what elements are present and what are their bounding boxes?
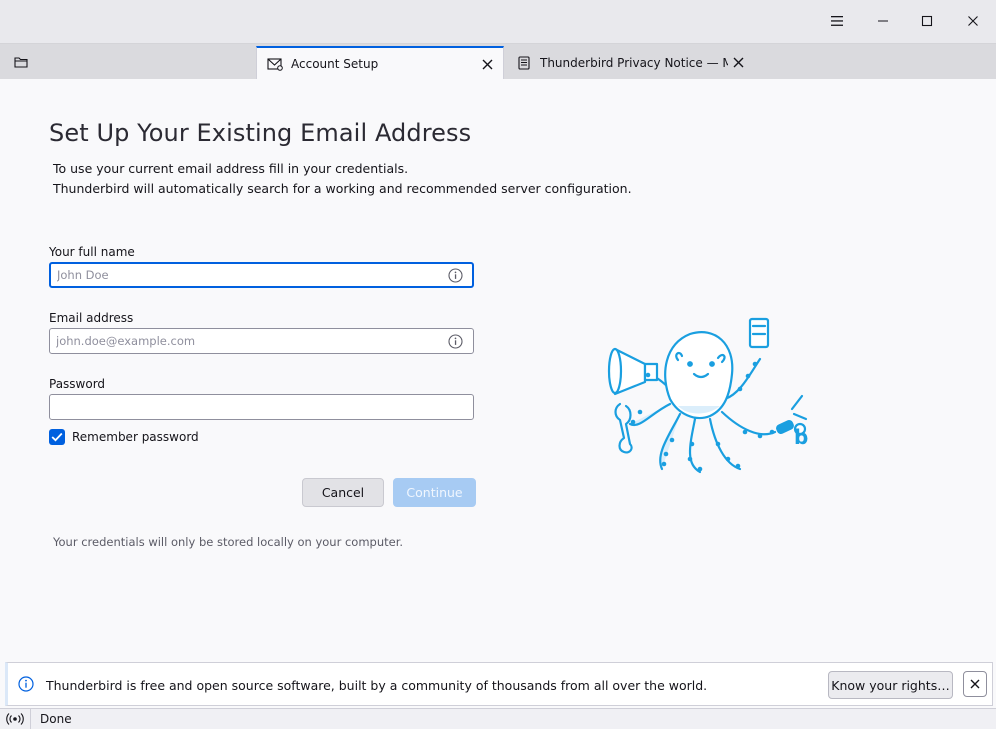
- title-bar: [0, 0, 996, 44]
- notification-bar: Thunderbird is free and open source soft…: [5, 662, 993, 706]
- tab-label: Thunderbird Privacy Notice — Mozi: [540, 55, 728, 70]
- intro-line: To use your current email address fill i…: [53, 161, 409, 176]
- cancel-button[interactable]: Cancel: [302, 478, 384, 507]
- envelope-gear-icon: [267, 56, 283, 72]
- info-icon[interactable]: [447, 333, 463, 349]
- close-tab-icon[interactable]: [479, 56, 495, 72]
- status-divider: [30, 709, 31, 729]
- page-title: Set Up Your Existing Email Address: [49, 119, 472, 147]
- close-notification-icon[interactable]: [963, 671, 987, 697]
- info-icon[interactable]: [447, 267, 463, 283]
- octopus-illustration: b: [607, 317, 808, 474]
- account-setup-page: Set Up Your Existing Email Address To us…: [0, 79, 996, 662]
- privacy-footnote: Your credentials will only be stored loc…: [53, 535, 404, 549]
- document-icon: [516, 55, 532, 71]
- info-icon: [18, 676, 34, 692]
- email-input[interactable]: [49, 328, 474, 354]
- hamburger-menu-icon[interactable]: [814, 0, 860, 42]
- tab-account-setup[interactable]: Account Setup: [256, 46, 504, 79]
- intro-line: Thunderbird will automatically search fo…: [53, 181, 632, 196]
- close-tab-icon[interactable]: [730, 54, 746, 70]
- status-text: Done: [40, 712, 72, 726]
- tab-privacy-notice[interactable]: Thunderbird Privacy Notice — Mozi: [506, 46, 754, 79]
- full-name-label: Your full name: [49, 245, 135, 259]
- minimize-icon[interactable]: [860, 0, 906, 42]
- know-your-rights-button[interactable]: Know your rights…: [828, 671, 953, 699]
- status-bar: Done: [0, 708, 996, 729]
- folder-icon[interactable]: [8, 52, 34, 72]
- full-name-input[interactable]: [49, 262, 474, 288]
- intro-text: To use your current email address fill i…: [53, 159, 632, 199]
- notification-text: Thunderbird is free and open source soft…: [46, 678, 708, 693]
- continue-button[interactable]: Continue: [393, 478, 476, 507]
- remember-password-label[interactable]: Remember password: [72, 430, 199, 444]
- tab-label: Account Setup: [291, 56, 379, 71]
- password-input[interactable]: [49, 394, 474, 420]
- maximize-icon[interactable]: [904, 0, 950, 42]
- svg-text:b: b: [794, 425, 808, 449]
- email-label: Email address: [49, 311, 134, 325]
- tab-strip: Account Setup Thunderbird Privacy Notice…: [0, 44, 996, 79]
- remember-password-checkbox[interactable]: [49, 429, 65, 445]
- close-icon[interactable]: [950, 0, 996, 42]
- password-label: Password: [49, 377, 106, 391]
- online-status-icon[interactable]: [6, 712, 26, 726]
